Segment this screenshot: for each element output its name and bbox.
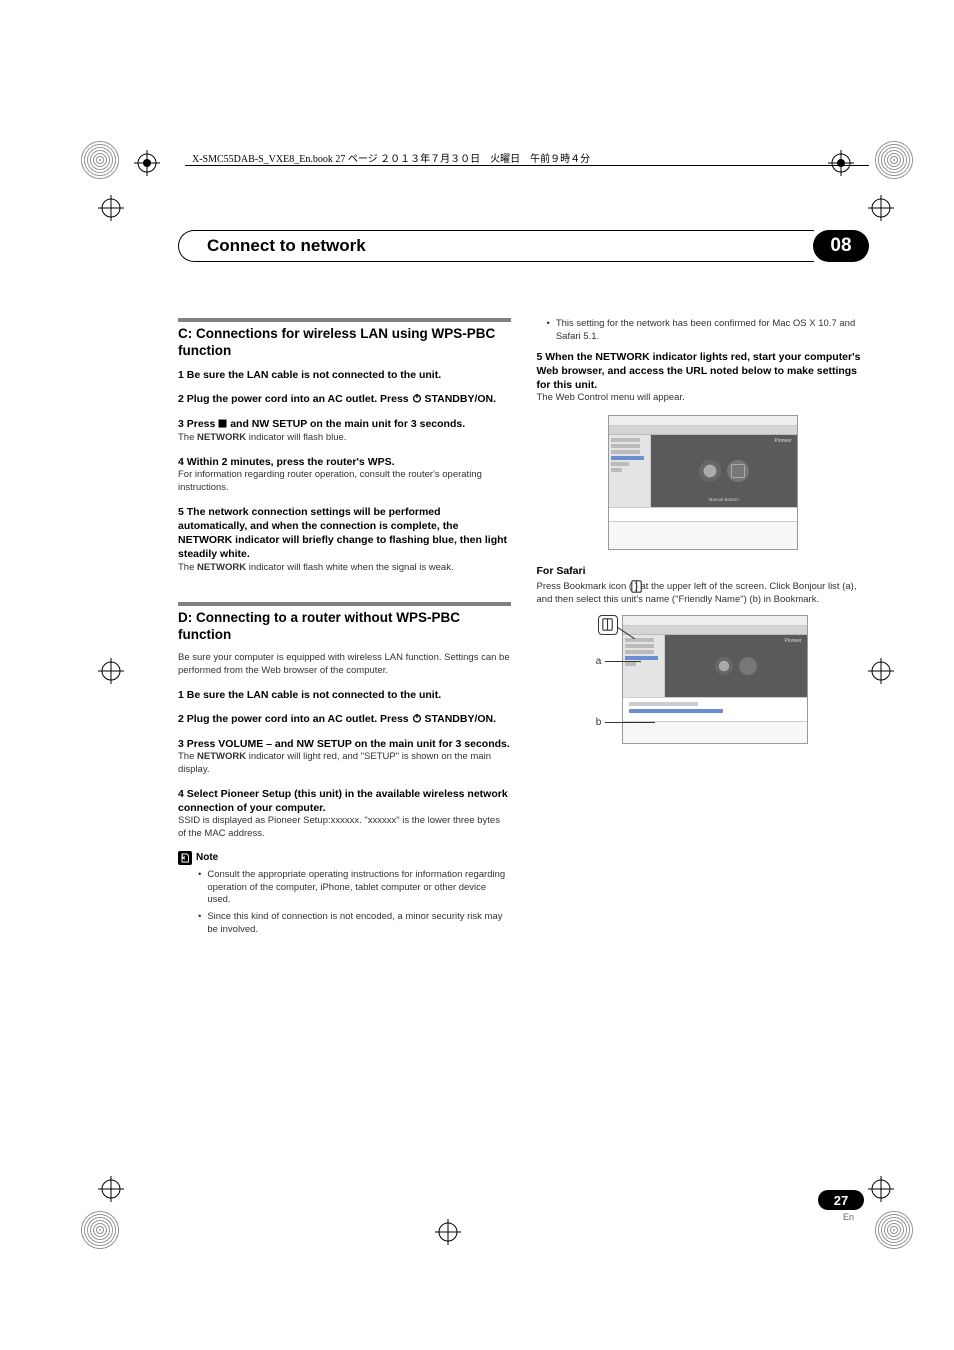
registration-mark-icon: [868, 658, 894, 684]
right-column: •This setting for the network has been c…: [537, 318, 870, 941]
power-icon: [412, 713, 422, 727]
for-safari-heading: For Safari: [537, 564, 870, 578]
registration-mark-icon: [98, 658, 124, 684]
section-rule: [178, 602, 511, 606]
section-rule: [178, 318, 511, 322]
bookmark-icon-callout: [598, 615, 618, 635]
registration-mark-icon: [828, 150, 854, 176]
note-item: •Since this kind of connection is not en…: [198, 911, 511, 937]
bookmark-icon: [631, 580, 642, 598]
section-c-step-2: 2 Plug the power cord into an AC outlet.…: [178, 392, 511, 407]
print-crop-mark: [874, 140, 914, 180]
section-d-step-2: 2 Plug the power cord into an AC outlet.…: [178, 712, 511, 727]
note-item: •Consult the appropriate operating instr…: [198, 869, 511, 907]
section-d-step-5-body: The Web Control menu will appear.: [537, 392, 870, 405]
section-c-title: C: Connections for wireless LAN using WP…: [178, 326, 511, 360]
page-language-label: En: [818, 1212, 854, 1222]
section-d-step-3-body: The NETWORK indicator will light red, an…: [178, 751, 511, 777]
callout-line: [617, 627, 635, 639]
web-control-screenshot: Pioneer Manual Bottom: [608, 415, 798, 550]
callout-a: a: [596, 655, 642, 669]
left-column: C: Connections for wireless LAN using WP…: [178, 318, 511, 941]
stop-icon: [218, 418, 227, 432]
chapter-header: Connect to network 08: [178, 230, 869, 262]
power-icon: [412, 393, 422, 407]
registration-mark-icon: [868, 1176, 894, 1202]
print-header-rule: [185, 165, 869, 166]
registration-mark-icon: [98, 195, 124, 221]
note-list-continued: •This setting for the network has been c…: [537, 318, 870, 344]
note-list: •Consult the appropriate operating instr…: [178, 869, 511, 937]
note-label: Note: [196, 851, 218, 865]
chapter-number-badge: 08: [813, 230, 869, 262]
for-safari-body: Press Bookmark icon ( ) at the upper lef…: [537, 581, 870, 607]
note-item: •This setting for the network has been c…: [547, 318, 870, 344]
safari-screenshot-wrapper: a b Pion: [598, 615, 808, 744]
page-footer: 27 En: [818, 1190, 864, 1222]
section-d-step-3: 3 Press VOLUME – and NW SETUP on the mai…: [178, 737, 511, 751]
section-c-step-4-body: For information regarding router operati…: [178, 469, 511, 495]
registration-mark-icon: [98, 1176, 124, 1202]
section-d-step-4-body: SSID is displayed as Pioneer Setup:xxxxx…: [178, 815, 511, 841]
section-c-step-4: 4 Within 2 minutes, press the router's W…: [178, 455, 511, 469]
note-icon: [178, 851, 192, 865]
section-c-step-1: 1 Be sure the LAN cable is not connected…: [178, 368, 511, 382]
registration-mark-icon: [868, 195, 894, 221]
screenshot-brand-label: Pioneer: [785, 638, 802, 645]
section-d-step-5: 5 When the NETWORK indicator lights red,…: [537, 350, 870, 393]
screenshot-button-label: Manual Bottom: [709, 497, 739, 503]
section-d-step-1: 1 Be sure the LAN cable is not connected…: [178, 688, 511, 702]
note-header: Note: [178, 851, 511, 865]
screenshot-brand-label: Pioneer: [775, 438, 792, 445]
section-d-intro: Be sure your computer is equipped with w…: [178, 652, 511, 678]
section-c-step-3-body: The NETWORK indicator will flash blue.: [178, 432, 511, 445]
section-d-step-4: 4 Select Pioneer Setup (this unit) in th…: [178, 787, 511, 815]
page-number-badge: 27: [818, 1190, 864, 1210]
callout-b: b: [596, 716, 656, 730]
print-crop-mark: [874, 1210, 914, 1250]
section-c-step-3: 3 Press and NW SETUP on the main unit fo…: [178, 417, 511, 432]
section-c-step-5: 5 The network connection settings will b…: [178, 505, 511, 562]
section-d-title: D: Connecting to a router without WPS-PB…: [178, 610, 511, 644]
section-c-step-5-body: The NETWORK indicator will flash white w…: [178, 562, 511, 575]
print-crop-mark: [80, 1210, 120, 1250]
chapter-title: Connect to network: [207, 236, 366, 256]
registration-mark-icon: [134, 150, 160, 176]
print-crop-mark: [80, 140, 120, 180]
registration-mark-icon: [435, 1219, 461, 1245]
print-header-info: X-SMC55DAB-S_VXE8_En.book 27 ページ ２０１３年７月…: [192, 150, 590, 165]
page-content: C: Connections for wireless LAN using WP…: [178, 318, 869, 941]
